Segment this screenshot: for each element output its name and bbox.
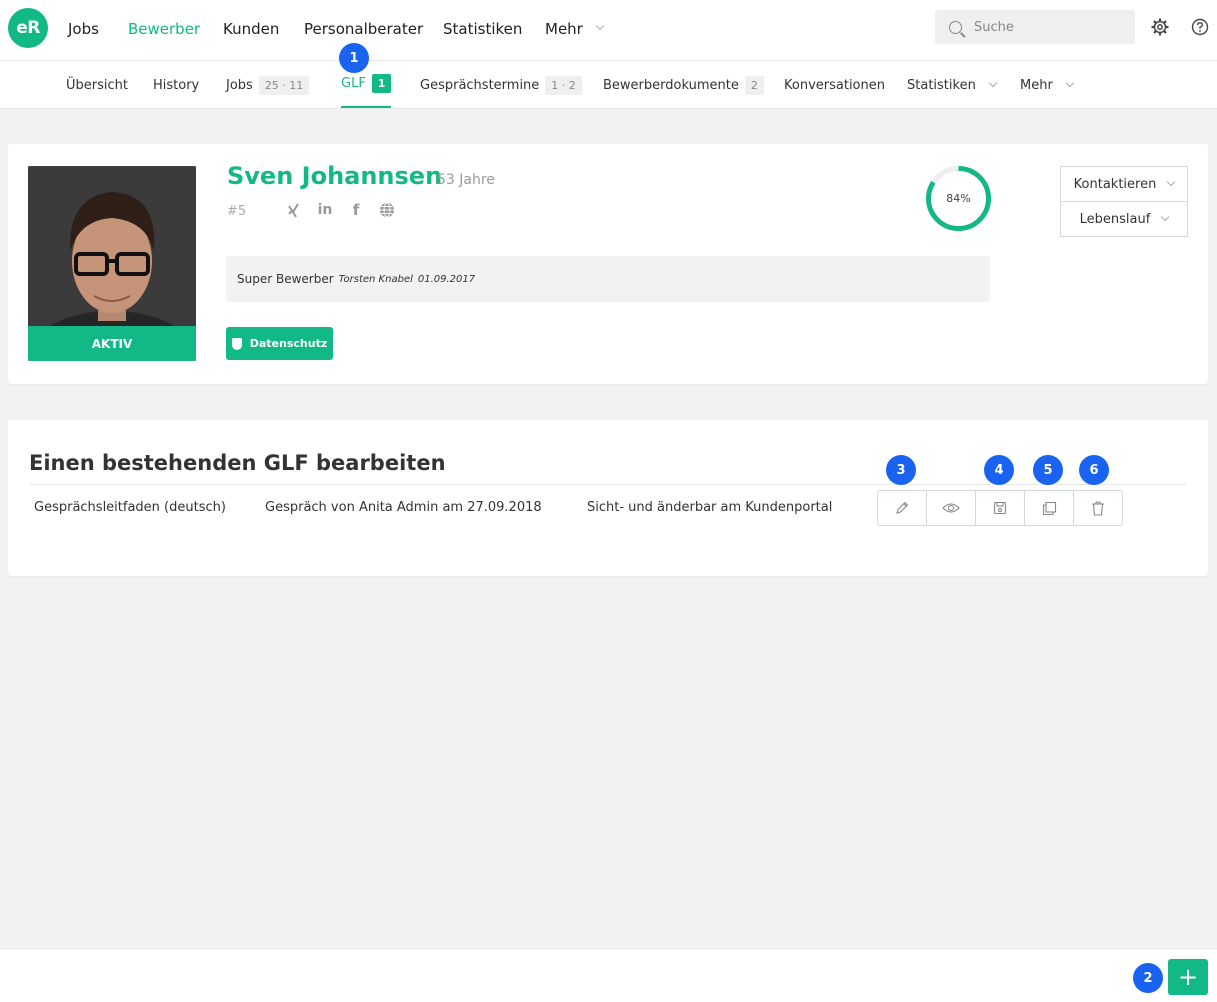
- candidate-header-card: AKTIV Sven Johannsen 53 Jahre #5 in f Su…: [8, 144, 1208, 384]
- nav-jobs[interactable]: Jobs: [68, 0, 99, 57]
- candidate-id: #5: [227, 204, 247, 219]
- nav-statistiken[interactable]: Statistiken: [443, 0, 522, 57]
- facebook-icon[interactable]: f: [348, 201, 364, 219]
- tab-konversationen[interactable]: Konversationen: [784, 61, 885, 109]
- profile-completeness-label: 84%: [946, 192, 971, 205]
- tab-gespraechstermine[interactable]: Gesprächstermine 1 · 2: [420, 61, 582, 109]
- chevron-down-icon: [595, 21, 605, 31]
- lebenslauf-dropdown[interactable]: Lebenslauf: [1060, 201, 1188, 237]
- candidate-age: 53 Jahre: [437, 172, 495, 188]
- help-icon[interactable]: [1191, 18, 1209, 36]
- chevron-down-icon: [1167, 177, 1176, 186]
- callout-marker-5: 5: [1033, 455, 1063, 485]
- tab-statistiken-label: Statistiken: [907, 77, 976, 93]
- delete-button[interactable]: [1074, 491, 1122, 525]
- nav-mehr-label: Mehr: [545, 19, 583, 38]
- callout-marker-1: 1: [339, 43, 369, 73]
- datenschutz-label: Datenschutz: [249, 337, 328, 350]
- datenschutz-button[interactable]: Datenschutz: [226, 327, 333, 360]
- app-logo[interactable]: eR: [8, 8, 48, 48]
- candidate-subnavigation: Übersicht History Jobs 25 · 11 GLF 1 Ges…: [0, 61, 1217, 109]
- candidate-photo: AKTIV: [28, 166, 196, 361]
- search-icon: [949, 20, 962, 34]
- eye-icon: [942, 503, 960, 513]
- tab-mehr[interactable]: Mehr: [1020, 61, 1075, 109]
- pencil-icon: [896, 501, 909, 514]
- shield-icon: [231, 337, 242, 350]
- chevron-down-icon: [988, 78, 998, 87]
- callout-marker-4: 4: [984, 455, 1014, 485]
- globe-icon[interactable]: [379, 202, 395, 218]
- tab-glf-badge: 1: [371, 74, 392, 93]
- nav-kunden[interactable]: Kunden: [223, 0, 279, 57]
- chevron-down-icon: [1065, 78, 1075, 87]
- kontaktieren-dropdown[interactable]: Kontaktieren: [1060, 166, 1188, 202]
- tab-bewerberdokumente[interactable]: Bewerberdokumente 2: [603, 61, 764, 109]
- save-button[interactable]: [976, 491, 1025, 525]
- callout-marker-6: 6: [1079, 455, 1109, 485]
- glf-row-visibility: Sicht- und änderbar am Kundenportal: [587, 500, 833, 515]
- divider: [29, 484, 1187, 485]
- glf-row-conversation: Gespräch von Anita Admin am 27.09.2018: [265, 500, 542, 515]
- bottom-action-bar: [0, 948, 1217, 1002]
- nav-bewerber[interactable]: Bewerber: [128, 0, 200, 57]
- tab-jobs-label: Jobs: [226, 77, 253, 93]
- comment-date: 01.09.2017: [417, 273, 476, 285]
- nav-mehr[interactable]: Mehr: [545, 0, 605, 57]
- tab-gespraechstermine-badge: 1 · 2: [545, 75, 582, 95]
- copy-icon: [1042, 501, 1056, 515]
- glf-section-title: Einen bestehenden GLF bearbeiten: [29, 451, 446, 475]
- kontaktieren-label: Kontaktieren: [1073, 176, 1157, 192]
- candidate-name: Sven Johannsen: [227, 162, 443, 190]
- copy-button[interactable]: [1025, 491, 1074, 525]
- linkedin-icon[interactable]: in: [317, 202, 333, 218]
- save-icon: [993, 501, 1007, 515]
- tab-statistiken[interactable]: Statistiken: [907, 61, 998, 109]
- callout-marker-2: 2: [1133, 963, 1163, 993]
- tab-jobs[interactable]: Jobs 25 · 11: [226, 61, 310, 109]
- gear-icon[interactable]: [1151, 18, 1169, 36]
- search-input[interactable]: Suche: [935, 10, 1135, 44]
- tab-jobs-badge: 25 · 11: [258, 75, 310, 95]
- chevron-down-icon: [1161, 212, 1170, 221]
- glf-row-name: Gesprächsleitfaden (deutsch): [34, 500, 226, 515]
- tab-bewerberdokumente-badge: 2: [744, 75, 764, 95]
- tab-gespraechstermine-label: Gesprächstermine: [420, 77, 540, 93]
- candidate-status-badge: AKTIV: [28, 326, 196, 361]
- trash-icon: [1092, 501, 1104, 516]
- xing-icon[interactable]: [286, 202, 302, 218]
- tab-bewerberdokumente-label: Bewerberdokumente: [603, 77, 739, 93]
- glf-card: Einen bestehenden GLF bearbeiten Gespräc…: [8, 420, 1208, 576]
- tab-glf-label: GLF: [341, 76, 366, 91]
- view-button[interactable]: [927, 491, 976, 525]
- glf-row-actions: [877, 490, 1123, 526]
- lebenslauf-label: Lebenslauf: [1079, 211, 1151, 227]
- comment-author: Torsten Knabel: [338, 273, 413, 285]
- comment-text: Super Bewerber: [237, 272, 334, 286]
- tab-history[interactable]: History: [153, 61, 199, 109]
- candidate-comment: Super Bewerber Torsten Knabel 01.09.2017: [226, 256, 990, 302]
- edit-button[interactable]: [878, 491, 927, 525]
- callout-marker-3: 3: [886, 455, 916, 485]
- tab-mehr-label: Mehr: [1020, 77, 1053, 93]
- add-button[interactable]: +: [1168, 959, 1208, 995]
- tab-uebersicht[interactable]: Übersicht: [66, 61, 128, 109]
- top-navigation: eR Jobs Bewerber Kunden Personalberater …: [0, 0, 1217, 61]
- search-placeholder: Suche: [974, 19, 1014, 35]
